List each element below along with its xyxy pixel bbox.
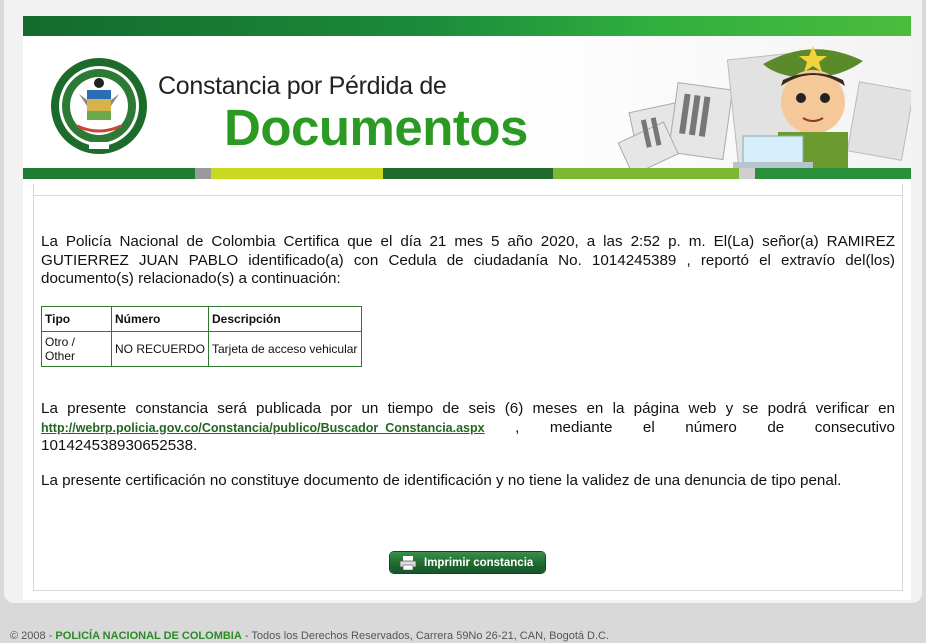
cell-descripcion: Tarjeta de acceso vehicular (208, 331, 362, 367)
page-footer: © 2008 - POLICÍA NACIONAL DE COLOMBIA - … (10, 630, 609, 642)
content-divider (34, 195, 902, 196)
certification-paragraph: La Policía Nacional de Colombia Certific… (41, 233, 895, 287)
publication-paragraph: La presente constancia será publicada po… (41, 400, 895, 456)
page-frame: Constancia por Pérdida de Documentos La … (4, 0, 922, 603)
police-seal-logo (51, 58, 147, 154)
police-mascot-illustration (617, 46, 911, 168)
cell-numero: NO RECUERDO (111, 331, 209, 367)
column-header-numero: Número (111, 306, 209, 332)
table-header-row: Tipo Número Descripción (41, 306, 362, 332)
column-header-tipo: Tipo (41, 306, 112, 332)
banner-title-line2: Documentos (224, 99, 528, 156)
print-certificate-button[interactable]: Imprimir constancia (390, 552, 545, 573)
verification-link[interactable]: http://webrp.policia.gov.co/Constancia/p… (41, 421, 485, 435)
certificate-card: Constancia por Pérdida de Documentos La … (23, 16, 911, 600)
column-header-descripcion: Descripción (208, 306, 362, 332)
table-row: Otro / Other NO RECUERDO Tarjeta de acce… (41, 331, 362, 367)
cell-tipo: Otro / Other (41, 331, 112, 367)
banner-title-line1: Constancia por Pérdida de (158, 72, 447, 100)
top-green-bar (23, 16, 911, 36)
header-banner: Constancia por Pérdida de Documentos (23, 36, 911, 168)
publication-text: La presente constancia será publicada po… (41, 400, 895, 417)
footer-address: - Todos los Derechos Reservados, Carrera… (241, 630, 610, 642)
footer-organization: POLICÍA NACIONAL DE COLOMBIA (55, 630, 242, 642)
documents-table: Tipo Número Descripción Otro / Other NO … (41, 306, 362, 367)
print-button-label: Imprimir constancia (424, 556, 534, 569)
footer-copyright: © 2008 - (10, 630, 56, 642)
printer-icon (399, 555, 417, 570)
certificate-content: La Policía Nacional de Colombia Certific… (33, 184, 903, 591)
color-stripes (23, 168, 911, 179)
disclaimer-paragraph: La presente certificación no constituye … (41, 472, 842, 489)
